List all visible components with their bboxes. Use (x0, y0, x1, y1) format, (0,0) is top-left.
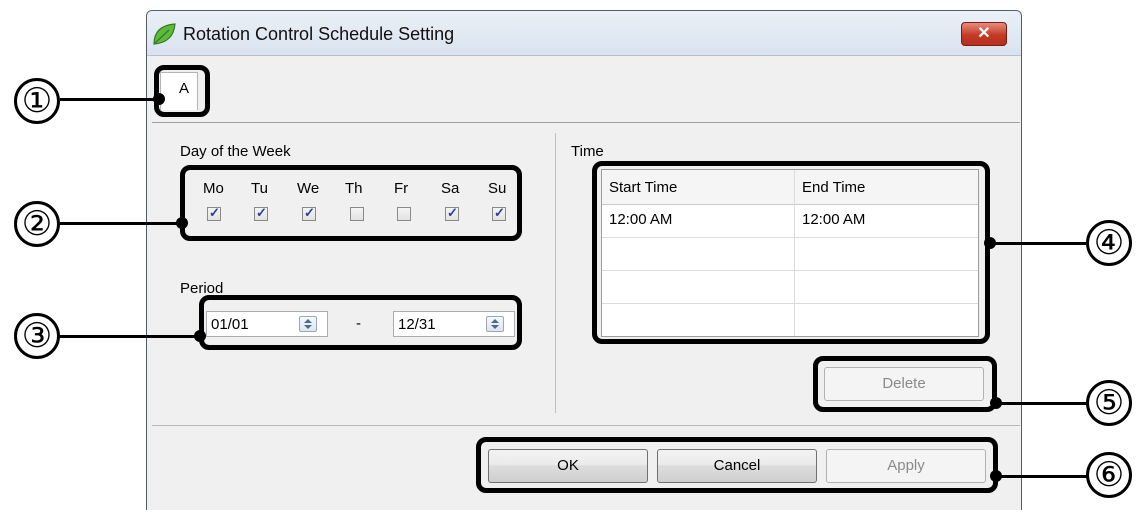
callout-dot-5 (990, 397, 1002, 409)
highlight-time-table (592, 161, 990, 344)
day-of-week-label: Day of the Week (180, 143, 291, 160)
callout-leader-6 (996, 475, 1088, 478)
callout-dot-2 (176, 217, 188, 229)
callout-dot-6 (990, 470, 1002, 482)
window-title: Rotation Control Schedule Setting (183, 24, 455, 44)
close-icon: ✕ (977, 25, 991, 42)
section-divider (555, 133, 556, 413)
callout-1: ① (14, 78, 60, 124)
callout-3: ③ (14, 313, 60, 359)
callout-5: ⑤ (1086, 380, 1132, 426)
callout-2: ② (14, 201, 60, 247)
highlight-period (199, 295, 522, 350)
callout-leader-2 (60, 222, 185, 225)
callout-leader-1 (60, 98, 160, 101)
highlight-delete (813, 356, 997, 412)
callout-6: ⑥ (1086, 452, 1132, 498)
title-bar[interactable]: Rotation Control Schedule Setting ✕ (147, 11, 1021, 56)
leaf-icon (153, 23, 176, 45)
time-label: Time (571, 143, 604, 160)
callout-leader-5 (996, 402, 1088, 405)
close-button[interactable]: ✕ (961, 22, 1007, 46)
highlight-tab (154, 65, 210, 117)
callout-leader-3 (60, 335, 204, 338)
footer-divider (152, 425, 1020, 426)
callout-dot-1 (153, 93, 165, 105)
tab-divider (152, 122, 1020, 123)
highlight-days (180, 165, 522, 241)
highlight-buttons (476, 437, 998, 493)
callout-dot-3 (194, 330, 206, 342)
callout-dot-4 (984, 237, 996, 249)
callout-4: ④ (1086, 220, 1132, 266)
callout-leader-4 (990, 242, 1088, 245)
